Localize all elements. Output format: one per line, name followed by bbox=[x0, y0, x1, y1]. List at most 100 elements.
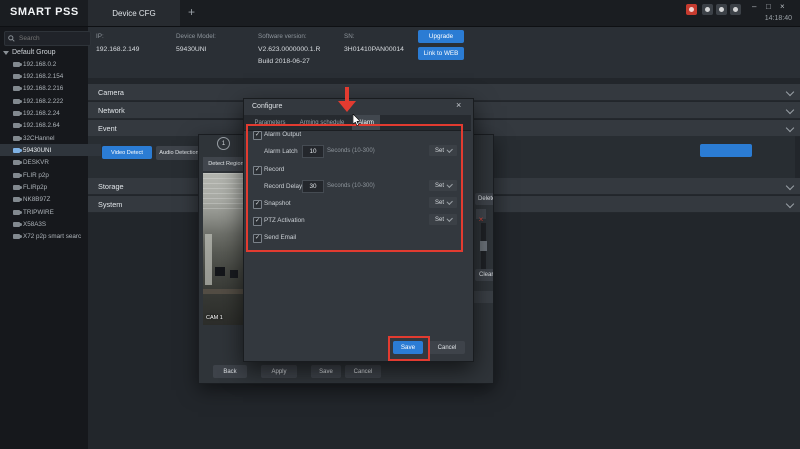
device-item[interactable]: NK8B97Z bbox=[0, 193, 101, 205]
camera-icon bbox=[13, 135, 22, 141]
device-item[interactable]: 192.168.0.2 bbox=[0, 58, 101, 70]
search-box[interactable] bbox=[4, 31, 91, 46]
camera-icon bbox=[13, 85, 22, 91]
alarm-output-label: Alarm Output bbox=[264, 131, 302, 138]
video-detect-button[interactable]: Video Detect bbox=[102, 146, 152, 159]
slider-thumb[interactable] bbox=[480, 241, 487, 251]
camera-icon bbox=[13, 98, 22, 104]
configure-dialog: Configure × Parameters Arming schedule A… bbox=[243, 98, 474, 362]
chevron-down-icon bbox=[446, 146, 453, 153]
device-item[interactable]: 192.168.2.64 bbox=[0, 119, 101, 131]
tab-device-cfg[interactable]: Device CFG bbox=[88, 0, 180, 26]
cancel-button[interactable]: Cancel bbox=[345, 365, 381, 378]
search-input[interactable] bbox=[17, 34, 87, 43]
group-label: Default Group bbox=[12, 49, 56, 56]
set-label: Set bbox=[435, 216, 445, 223]
event-action-button[interactable] bbox=[700, 144, 752, 157]
device-item[interactable]: X58A3S bbox=[0, 218, 101, 230]
app-window: SMART PSS Device CFG + – □ × 14:18:40 De… bbox=[0, 0, 800, 449]
menu-icon[interactable] bbox=[730, 4, 741, 15]
section-label: Network bbox=[98, 105, 125, 115]
new-tab-button[interactable]: + bbox=[188, 5, 195, 19]
device-item[interactable]: 192.168.2.222 bbox=[0, 95, 101, 107]
record-delay-set-button[interactable]: Set bbox=[429, 180, 457, 191]
device-item[interactable]: 192.168.2.154 bbox=[0, 70, 101, 82]
device-item[interactable]: FLIRp2p bbox=[0, 181, 101, 193]
alarm-latch-set-button[interactable]: Set bbox=[429, 145, 457, 156]
device-item[interactable]: FLIR p2p bbox=[0, 169, 101, 181]
back-button[interactable]: Back bbox=[213, 365, 247, 378]
clear-button[interactable]: Clear bbox=[475, 269, 493, 281]
tab-alarm[interactable]: Alarm bbox=[352, 115, 380, 130]
set-label: Set bbox=[435, 182, 445, 189]
alarm-latch-range: Seconds (10-300) bbox=[327, 148, 375, 154]
device-item[interactable]: TRIPWIRE bbox=[0, 206, 101, 218]
alarm-latch-input[interactable] bbox=[302, 145, 324, 158]
ptz-set-button[interactable]: Set bbox=[429, 214, 457, 225]
close-button[interactable]: × bbox=[780, 2, 785, 11]
dialog-save-button[interactable]: Save bbox=[393, 341, 423, 354]
tab-arming-schedule[interactable]: Arming schedule bbox=[294, 115, 350, 130]
camera-icon bbox=[13, 209, 22, 215]
clock-text: 14:18:40 bbox=[764, 15, 792, 22]
device-item[interactable]: 192.168.2.216 bbox=[0, 82, 101, 94]
expand-arrow-icon bbox=[3, 50, 9, 55]
record-checkbox[interactable] bbox=[253, 166, 262, 175]
remove-region-icon[interactable] bbox=[476, 209, 486, 219]
chevron-down-icon bbox=[446, 198, 453, 205]
section-label: Camera bbox=[98, 87, 124, 97]
settings-icon[interactable] bbox=[716, 4, 727, 15]
snapshot-set-button[interactable]: Set bbox=[429, 197, 457, 208]
device-info-strip: IP: 192.168.2.149 Device Model: 59430UNI… bbox=[88, 26, 800, 78]
device-label: FLIR p2p bbox=[23, 171, 49, 179]
link-to-web-button[interactable]: Link to WEB bbox=[418, 47, 464, 60]
preview-monitor bbox=[230, 270, 238, 279]
dialog-close-icon[interactable]: × bbox=[456, 100, 461, 110]
sidebar-group-default[interactable]: Default Group bbox=[3, 49, 56, 56]
snapshot-checkbox[interactable] bbox=[253, 200, 262, 209]
model-label: Device Model: bbox=[176, 33, 216, 40]
ptz-activation-label: PTZ Activation bbox=[264, 217, 305, 224]
device-label: X72 p2p smart searc bbox=[23, 232, 82, 240]
upgrade-button[interactable]: Upgrade bbox=[418, 30, 464, 43]
camera-icon bbox=[13, 147, 22, 153]
snapshot-label: Snapshot bbox=[264, 200, 291, 207]
preview-monitor bbox=[215, 267, 225, 277]
apply-button[interactable]: Apply bbox=[261, 365, 297, 378]
device-label: 192.168.2.64 bbox=[23, 121, 60, 129]
maximize-button[interactable]: □ bbox=[766, 2, 771, 11]
record-delay-input[interactable] bbox=[302, 180, 324, 193]
chevron-down-icon bbox=[785, 87, 795, 97]
delete-button[interactable]: Delete bbox=[475, 193, 493, 205]
device-label: 59430UNI bbox=[23, 146, 52, 154]
device-label: 192.168.2.24 bbox=[23, 109, 60, 117]
device-item[interactable]: 192.168.2.24 bbox=[0, 107, 101, 119]
user-icon[interactable] bbox=[702, 4, 713, 15]
tab-parameters[interactable]: Parameters bbox=[248, 115, 292, 130]
option-dropdown[interactable] bbox=[473, 291, 493, 303]
save-button[interactable]: Save bbox=[311, 365, 341, 378]
device-label: 192.168.2.154 bbox=[23, 72, 64, 80]
sn-value: 3H01410PAN00014 bbox=[344, 46, 404, 53]
camera-icon bbox=[13, 122, 22, 128]
audio-detection-button[interactable]: Audio Detection bbox=[156, 146, 202, 160]
send-email-label: Send Email bbox=[264, 234, 297, 241]
device-item-selected[interactable]: 59430UNI bbox=[0, 144, 101, 156]
alarm-icon[interactable] bbox=[686, 4, 697, 15]
dialog-cancel-button[interactable]: Cancel bbox=[429, 341, 465, 354]
device-item[interactable]: 32CHannel bbox=[0, 132, 101, 144]
section-label: System bbox=[98, 199, 123, 209]
device-label: 192.168.2.222 bbox=[23, 97, 64, 105]
model-value: 59430UNI bbox=[176, 46, 207, 53]
chevron-down-icon bbox=[446, 181, 453, 188]
device-item[interactable]: DESKVR bbox=[0, 156, 101, 168]
alarm-output-checkbox[interactable] bbox=[253, 131, 262, 140]
send-email-checkbox[interactable] bbox=[253, 234, 262, 243]
device-item[interactable]: X72 p2p smart searc bbox=[0, 230, 101, 242]
ptz-activation-checkbox[interactable] bbox=[253, 217, 262, 226]
device-label: DESKVR bbox=[23, 158, 49, 166]
device-label: 192.168.2.216 bbox=[23, 84, 64, 92]
channel-badge[interactable]: 1 bbox=[217, 137, 230, 150]
minimize-button[interactable]: – bbox=[752, 2, 756, 11]
software-label: Software version: bbox=[258, 33, 307, 40]
